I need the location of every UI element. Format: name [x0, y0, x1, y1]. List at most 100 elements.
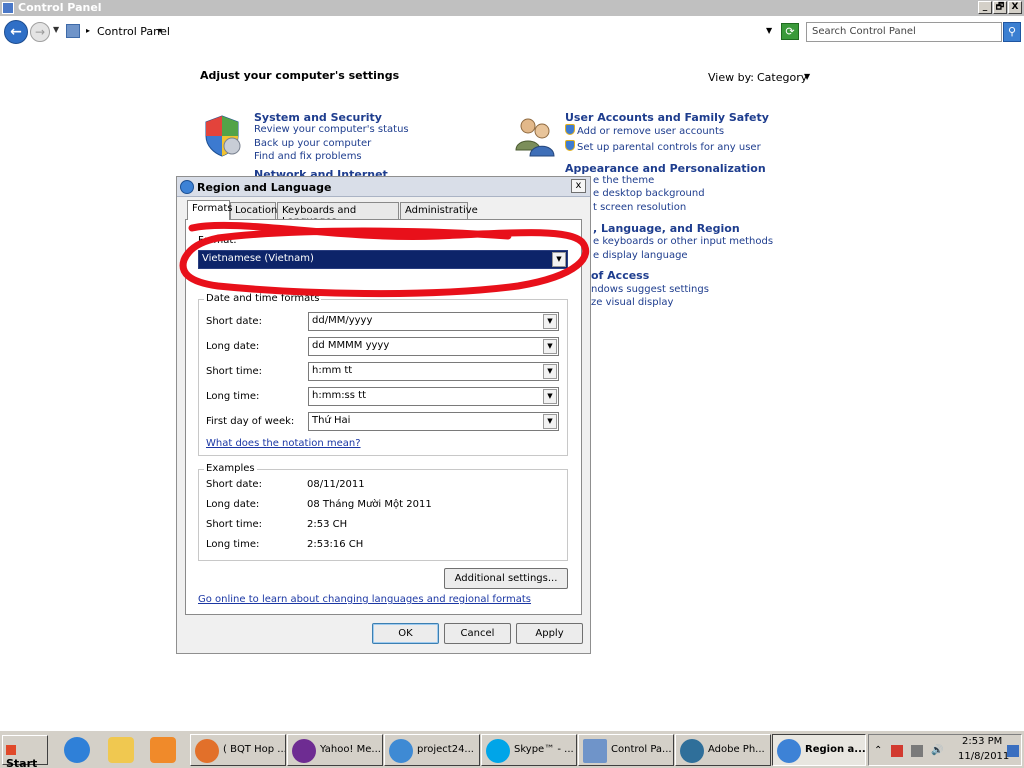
- task-yahoo-label: Yahoo! Me...: [320, 744, 381, 755]
- long-time-select[interactable]: h:mm:ss tt ▼: [308, 387, 559, 406]
- example-long-date-value: 08 Tháng Mười Một 2011: [307, 499, 432, 510]
- maximize-button[interactable]: 🗗: [993, 1, 1007, 14]
- chevron-down-icon[interactable]: ▼: [543, 339, 557, 354]
- system-security-link[interactable]: System and Security: [254, 111, 382, 124]
- action-center-icon[interactable]: [891, 745, 903, 757]
- first-day-value: Thứ Hai: [312, 415, 351, 426]
- media-player-icon[interactable]: [150, 737, 176, 763]
- tab-keyboards-languages[interactable]: Keyboards and Languages: [277, 202, 399, 227]
- change-theme-link[interactable]: e the theme: [593, 175, 654, 186]
- suggest-settings-link[interactable]: ndows suggest settings: [591, 284, 709, 295]
- add-remove-users-link[interactable]: Add or remove user accounts: [565, 124, 724, 137]
- task-adobe[interactable]: Adobe Ph...: [675, 734, 771, 766]
- search-icon[interactable]: ⚲: [1003, 22, 1021, 42]
- security-shield-icon[interactable]: [202, 114, 242, 158]
- display-language-link[interactable]: e display language: [593, 250, 688, 261]
- language-region-link[interactable]: , Language, and Region: [593, 222, 740, 235]
- parental-controls-link[interactable]: Set up parental controls for any user: [565, 140, 761, 153]
- task-project-label: project24...: [417, 744, 474, 755]
- first-day-select[interactable]: Thứ Hai ▼: [308, 412, 559, 431]
- back-arrow-icon[interactable]: ←: [4, 20, 28, 44]
- clock-time[interactable]: 2:53 PM: [962, 736, 1002, 747]
- clock-date[interactable]: 11/8/2011: [958, 751, 1009, 762]
- long-date-select[interactable]: dd MMMM yyyy ▼: [308, 337, 559, 356]
- page-title: Adjust your computer's settings: [200, 69, 400, 82]
- uac-shield-icon: [565, 124, 575, 135]
- parental-controls-text: Set up parental controls for any user: [577, 142, 761, 153]
- users-icon[interactable]: [513, 114, 557, 158]
- breadcrumb-chevron-icon[interactable]: ▾: [158, 26, 162, 35]
- dialog-close-button[interactable]: x: [571, 179, 586, 193]
- chevron-down-icon[interactable]: ▼: [543, 314, 557, 329]
- close-button[interactable]: X: [1008, 1, 1022, 14]
- dialog-titlebar[interactable]: Region and Language x: [177, 177, 590, 197]
- review-status-link[interactable]: Review your computer's status: [254, 124, 409, 135]
- task-region-language-label: Region a...: [805, 744, 866, 755]
- task-yahoo[interactable]: Yahoo! Me...: [287, 734, 383, 766]
- long-date-value: dd MMMM yyyy: [312, 340, 390, 351]
- start-button[interactable]: Start: [2, 735, 48, 768]
- fix-problems-link[interactable]: Find and fix problems: [254, 151, 362, 162]
- view-by-label: View by:: [708, 71, 754, 84]
- task-control-panel[interactable]: Control Pa...: [578, 734, 674, 766]
- appearance-link[interactable]: Appearance and Personalization: [565, 162, 766, 175]
- visual-display-link[interactable]: ze visual display: [591, 297, 673, 308]
- date-time-formats-legend: Date and time formats: [204, 293, 322, 304]
- minimize-button[interactable]: _: [978, 1, 992, 14]
- format-select-value: Vietnamese (Vietnam): [202, 253, 314, 264]
- format-select[interactable]: Vietnamese (Vietnam) ▼: [198, 250, 568, 269]
- tab-location[interactable]: Location: [230, 202, 277, 219]
- ok-button[interactable]: OK: [372, 623, 439, 644]
- task-project[interactable]: project24...: [384, 734, 480, 766]
- volume-icon[interactable]: 🔊: [931, 745, 943, 757]
- short-time-select[interactable]: h:mm tt ▼: [308, 362, 559, 381]
- breadcrumb-chevron-icon[interactable]: ▸: [86, 26, 90, 35]
- tab-formats[interactable]: Formats: [187, 200, 232, 220]
- show-hidden-icons-icon[interactable]: ⌃: [874, 745, 886, 757]
- short-date-select[interactable]: dd/MM/yyyy ▼: [308, 312, 559, 331]
- firefox-icon: [195, 739, 219, 763]
- notation-help-link[interactable]: What does the notation mean?: [206, 438, 361, 449]
- example-short-date-value: 08/11/2011: [307, 479, 365, 490]
- desktop-background-link[interactable]: e desktop background: [593, 188, 705, 199]
- chevron-down-icon[interactable]: ▼: [552, 252, 566, 267]
- refresh-icon[interactable]: ⟳: [781, 23, 799, 40]
- forward-arrow-icon[interactable]: →: [30, 22, 50, 42]
- search-input[interactable]: Search Control Panel: [806, 22, 1002, 42]
- uac-shield-icon: [565, 140, 575, 151]
- feather-icon: [680, 739, 704, 763]
- chevron-down-icon[interactable]: ▼: [543, 414, 557, 429]
- view-by-dropdown[interactable]: Category: [757, 71, 807, 84]
- chevron-down-icon[interactable]: ▼: [543, 389, 557, 404]
- short-date-value: dd/MM/yyyy: [312, 315, 373, 326]
- network-icon[interactable]: [911, 745, 923, 757]
- task-firefox-label: ( BQT Hop ...: [223, 744, 286, 755]
- backup-link[interactable]: Back up your computer: [254, 138, 371, 149]
- task-control-panel-label: Control Pa...: [611, 744, 672, 755]
- examples-legend: Examples: [204, 463, 257, 474]
- user-accounts-link[interactable]: User Accounts and Family Safety: [565, 111, 769, 124]
- globe-icon: [777, 739, 801, 763]
- chevron-down-icon[interactable]: ▼: [543, 364, 557, 379]
- ease-of-access-link[interactable]: of Access: [591, 269, 649, 282]
- apply-button[interactable]: Apply: [516, 623, 583, 644]
- address-dropdown-icon[interactable]: ▼: [766, 26, 772, 35]
- chevron-down-icon[interactable]: ▼: [804, 72, 810, 81]
- chat-icon: [389, 739, 413, 763]
- tab-administrative[interactable]: Administrative: [400, 202, 478, 219]
- long-time-value: h:mm:ss tt: [312, 390, 366, 401]
- screen-resolution-link[interactable]: t screen resolution: [593, 202, 686, 213]
- keyboards-link[interactable]: e keyboards or other input methods: [593, 236, 773, 247]
- task-firefox[interactable]: ( BQT Hop ...: [190, 734, 286, 766]
- task-skype[interactable]: Skype™ - ...: [481, 734, 577, 766]
- internet-explorer-icon[interactable]: [64, 737, 90, 763]
- cancel-button[interactable]: Cancel: [444, 623, 511, 644]
- short-time-value: h:mm tt: [312, 365, 353, 376]
- windows-flag-icon: [6, 745, 16, 755]
- online-help-link[interactable]: Go online to learn about changing langua…: [198, 594, 531, 605]
- folder-icon[interactable]: [108, 737, 134, 763]
- recent-pages-dropdown-icon[interactable]: ▼: [53, 25, 59, 34]
- task-region-language[interactable]: Region a...: [772, 734, 866, 766]
- additional-settings-button[interactable]: Additional settings...: [444, 568, 568, 589]
- task-skype-label: Skype™ - ...: [514, 744, 574, 755]
